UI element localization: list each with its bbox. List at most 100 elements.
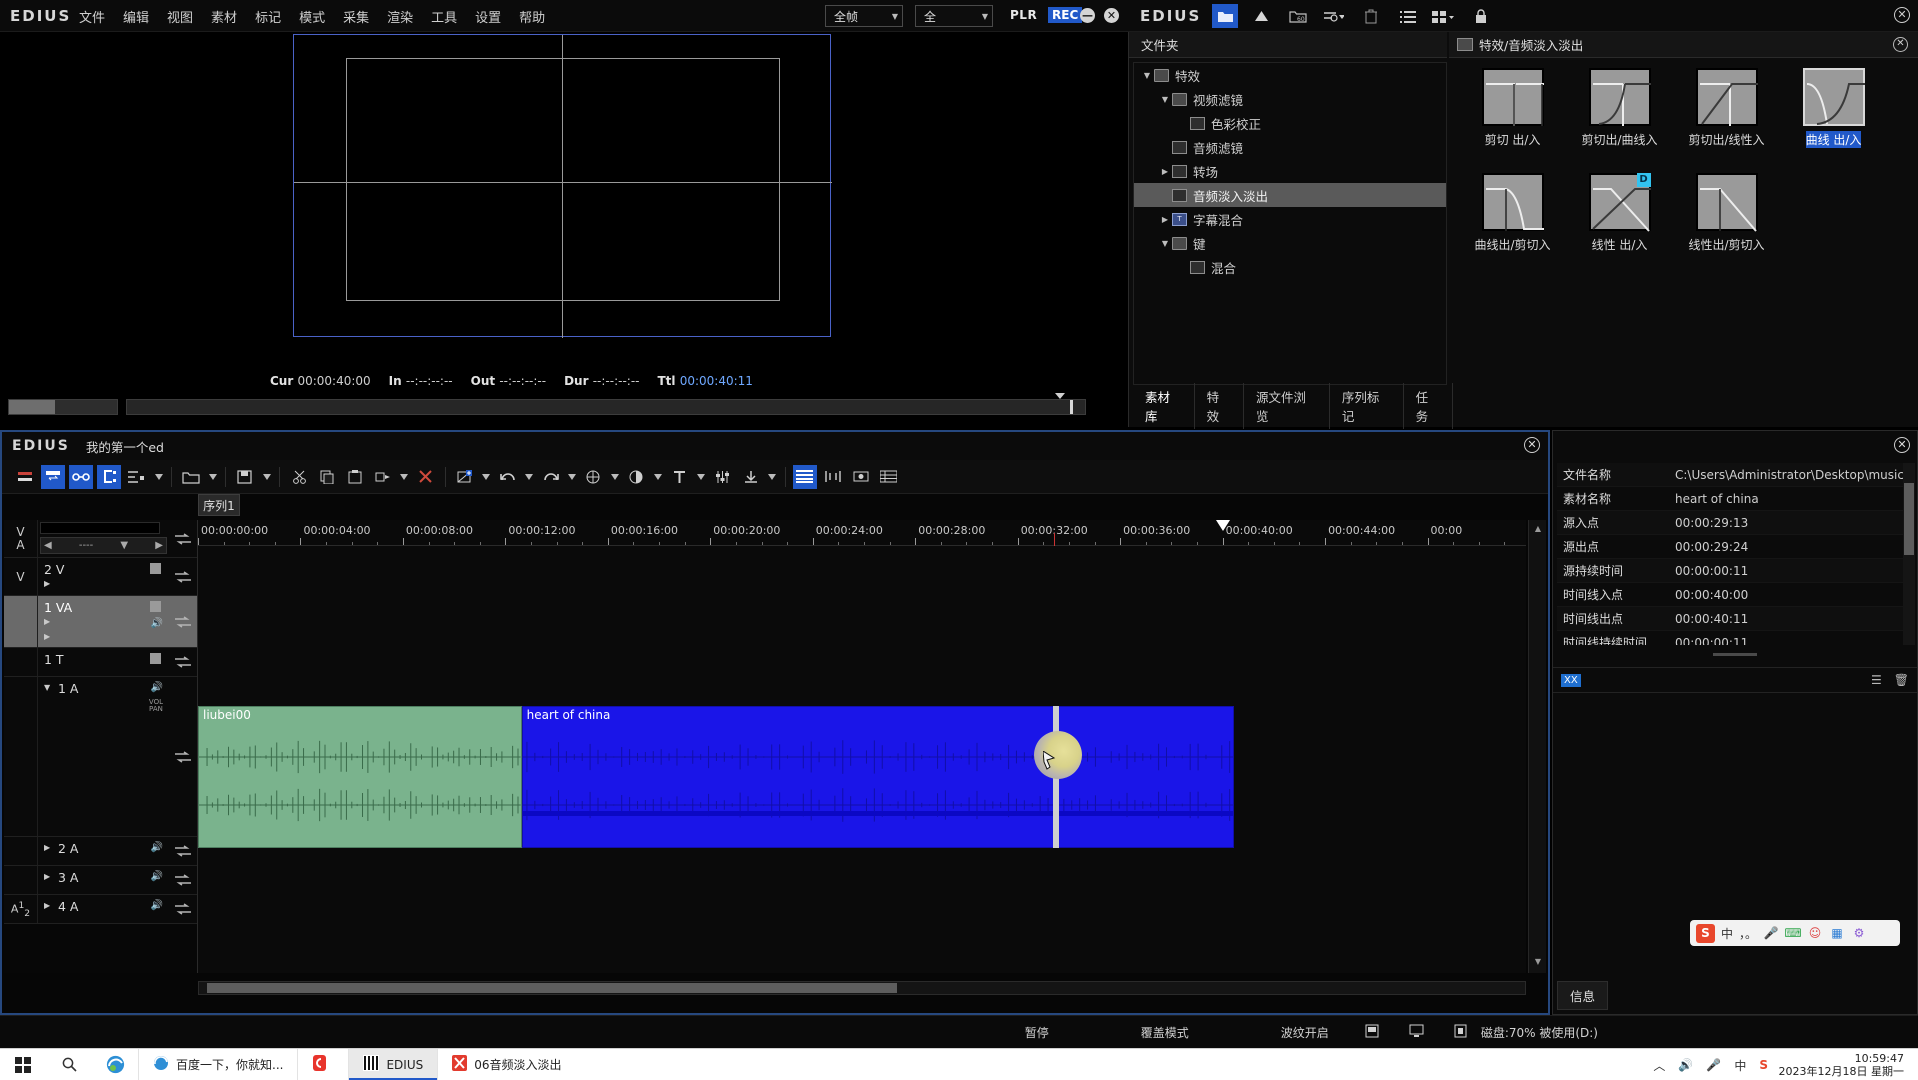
microphone-icon[interactable]: 🎤 [1763,925,1779,941]
track-expand-icon[interactable]: ▶ [44,901,50,910]
filter-settings-icon[interactable] [1320,4,1346,28]
menu-item-5[interactable]: 模式 [290,3,334,30]
rec-label[interactable]: REC [1048,7,1083,23]
twisty-expanded-icon[interactable]: ▼ [1158,239,1172,248]
timeline-vertical-scrollbar[interactable]: ▲ ▼ [1528,520,1546,973]
info-scrollbar[interactable] [1903,463,1915,645]
track-mute-toggle[interactable]: 🔊 [151,618,163,629]
track-mixer-button[interactable] [171,614,195,630]
cut-icon[interactable] [287,465,311,489]
track-mixer-button[interactable] [171,843,195,859]
sequence-marker-icon[interactable] [13,465,37,489]
video-preview-canvas[interactable] [293,34,832,338]
audio-fade-drop-indicator[interactable] [1034,731,1082,779]
effect-item-2[interactable]: 剪切出/线性入 [1673,68,1780,173]
track-header-body[interactable]: 1 VA 🔊 ▶ ▶ [38,596,169,647]
info-panel-close-button[interactable]: ✕ [1894,437,1910,453]
track-mixer-button[interactable] [171,531,195,547]
track-header-1-t[interactable]: 1 T [4,648,197,677]
track-mute-toggle[interactable]: 🔊 [151,900,163,911]
timeline-track-area[interactable]: liubei00 heart of china [198,546,1526,973]
tree-item-0[interactable]: ▼ 特效 [1134,63,1446,87]
track-visibility-toggle[interactable] [150,601,161,612]
tray-expand-icon[interactable]: ︿ [1653,1057,1665,1074]
edge-browser-icon[interactable] [92,1049,138,1080]
effect-curve-thumbnail[interactable] [1481,173,1544,231]
track-mute-toggle[interactable]: 🔊 [151,842,163,853]
menu-item-4[interactable]: 标记 [246,3,290,30]
menu-item-6[interactable]: 采集 [334,3,378,30]
track-expand-icon[interactable]: ▶ [44,617,50,626]
master-prev-icon[interactable]: ◀ [44,540,52,551]
menu-item-8[interactable]: 工具 [422,3,466,30]
track-mute-toggle[interactable]: 🔊 [151,871,163,882]
timeline-close-button[interactable]: ✕ [1524,437,1540,453]
effect-curve-thumbnail[interactable] [1695,68,1758,126]
effects-folder-tree[interactable]: ▼ 特效 ▼ 视频滤镜 色彩校正 音频滤镜 ▶ 转场 音频淡入淡出 ▶ T 字幕混合 ▼ 键混合 [1133,62,1447,385]
open-project-icon[interactable] [179,465,203,489]
tree-item-6[interactable]: ▶ T 字幕混合 [1134,207,1446,231]
chevron-down-icon[interactable] [567,465,578,489]
marker-tag-badge[interactable]: XX [1561,673,1581,687]
menu-item-2[interactable]: 视图 [158,3,202,30]
undo-icon[interactable] [496,465,520,489]
emoji-icon[interactable]: ☺ [1807,925,1823,941]
effect-curve-thumbnail[interactable]: D [1588,173,1651,232]
tree-item-3[interactable]: 音频滤镜 [1134,135,1446,159]
master-next-icon[interactable]: ▶ [155,540,163,551]
chevron-down-icon[interactable] [653,465,664,489]
taskbar-app-2[interactable]: EDIUS [348,1048,438,1080]
effect-item-1[interactable]: 剪切出/曲线入 [1566,68,1673,173]
chevron-down-icon[interactable] [153,465,164,489]
track-header-body[interactable]: 1 T [38,648,169,676]
effect-item-4[interactable]: 曲线出/剪切入 [1459,173,1566,278]
chevron-down-icon[interactable] [524,465,535,489]
device-icon-2[interactable] [1409,1024,1424,1041]
close-icon[interactable]: ✕ [1893,37,1908,52]
track-expand-icon[interactable]: ▶ [44,579,50,588]
chevron-down-icon[interactable] [767,465,778,489]
track-expand-icon[interactable]: ▶ [44,843,50,852]
ime-language-mode[interactable]: 中 [1721,925,1733,942]
volume-pan-label[interactable]: VOL PAN [149,699,163,713]
redo-icon[interactable] [539,465,563,489]
delete-icon[interactable] [1358,4,1384,28]
volume-icon[interactable]: 🔊 [1678,1058,1693,1072]
timeline-horizontal-scrollbar[interactable] [198,981,1526,995]
add-transition-icon[interactable] [453,465,477,489]
bin-tab-0[interactable]: 素材库 [1133,383,1195,429]
timeline-clip-1[interactable]: heart of china [521,706,1235,848]
replace-icon[interactable] [371,465,395,489]
playhead-marker[interactable] [1215,520,1230,531]
ime-punctuation-mode[interactable]: ，。 [1739,925,1757,942]
track-mute-toggle[interactable]: 🔊 [151,682,163,693]
tray-mic-icon[interactable]: 🎤 [1706,1058,1721,1072]
chevron-down-icon[interactable] [610,465,621,489]
track-header-1-a[interactable]: 1 A 🔊 ▼ VOL PAN [4,677,197,837]
waveform-display-icon[interactable] [792,464,817,489]
minimize-button[interactable]: — [1080,8,1095,23]
plr-label[interactable]: PLR [1010,8,1037,22]
track-header-body[interactable]: 2 V ▶ [38,558,169,595]
bin-tab-3[interactable]: 序列标记 [1330,383,1404,429]
timeline-clip-0[interactable]: liubei00 [198,706,522,848]
tray-ime-icon[interactable]: 中 [1734,1057,1746,1074]
effect-curve-thumbnail[interactable] [1588,68,1651,126]
player-scrubber[interactable] [8,393,1086,418]
sequence-tab[interactable]: 序列1 [198,494,240,516]
twisty-collapsed-icon[interactable]: ▶ [1158,167,1172,176]
list-view-icon[interactable] [1395,4,1421,28]
chevron-down-icon[interactable] [696,465,707,489]
keyboard-icon[interactable]: ⌨ [1784,925,1801,941]
chevron-down-icon[interactable] [399,465,410,489]
export-icon[interactable] [739,465,763,489]
device-icon-3[interactable] [1454,1024,1467,1041]
effect-item-0[interactable]: 剪切 出/入 [1459,68,1566,173]
effect-curve-thumbnail[interactable] [1695,173,1758,232]
scrub-track[interactable] [126,393,1086,415]
track-panel-icon[interactable] [877,465,901,489]
frame-rate-select[interactable]: 全帧 ▼ [825,5,903,27]
track-header-body[interactable]: 2 A 🔊 ▶ [38,837,169,865]
twisty-expanded-icon[interactable]: ▼ [1140,71,1154,80]
tray-sogou-icon[interactable]: S [1759,1058,1768,1072]
